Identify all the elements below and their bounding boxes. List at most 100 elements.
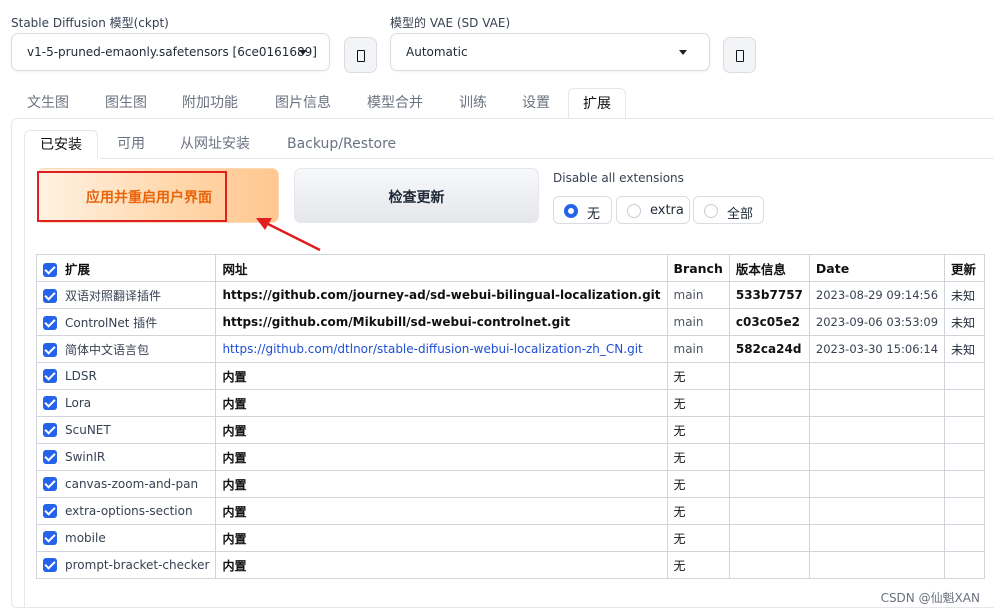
tab-extras[interactable]: 附加功能	[182, 88, 238, 118]
tab-available[interactable]: 可用	[117, 130, 145, 158]
cell-version	[728, 524, 810, 552]
cell-date	[808, 389, 946, 417]
cell-update: 未知	[944, 308, 986, 336]
chevron-down-icon	[299, 50, 307, 55]
extension-checkbox[interactable]	[43, 477, 57, 491]
extension-checkbox[interactable]	[43, 450, 57, 464]
refresh-checkpoint-button[interactable]	[344, 37, 377, 73]
cell-version	[728, 497, 810, 525]
vae-dropdown[interactable]: Automatic	[390, 33, 710, 71]
radio-circle	[704, 204, 718, 218]
table-row: ScuNET 内置无	[35, 416, 986, 444]
cell-url: https://github.com/journey-ad/sd-webui-b…	[215, 281, 668, 309]
cell-version	[728, 551, 810, 579]
cell-update	[944, 524, 986, 552]
cell-url: 内置	[215, 443, 668, 471]
cell-url: https://github.com/Mikubill/sd-webui-con…	[215, 308, 668, 336]
tab-merge[interactable]: 模型合并	[367, 88, 423, 118]
cell-version: 582ca24d	[728, 335, 810, 363]
extension-checkbox[interactable]	[43, 504, 57, 518]
radio-none[interactable]: 无	[553, 196, 612, 224]
cell-version: c03c05e2	[728, 308, 810, 336]
cell-extension: mobile	[35, 524, 217, 552]
divider	[100, 158, 994, 159]
cell-branch: 无	[666, 524, 730, 552]
vae-value: Automatic	[406, 45, 468, 59]
cell-url: 内置	[215, 389, 668, 417]
radio-extra[interactable]: extra	[616, 196, 690, 224]
cell-url: 内置	[215, 524, 668, 552]
tab-train[interactable]: 训练	[459, 88, 487, 118]
table-row: mobile 内置无	[35, 524, 986, 552]
checkpoint-label: Stable Diffusion 模型(ckpt)	[11, 16, 169, 30]
tab-installed[interactable]: 已安装	[24, 130, 98, 159]
cell-update	[944, 389, 986, 417]
tab-img2img[interactable]: 图生图	[105, 88, 147, 118]
cell-url: 内置	[215, 362, 668, 390]
table-row: LDSR 内置无	[35, 362, 986, 390]
table-header-row: 扩展 网址 Branch 版本信息 Date 更新	[35, 254, 986, 282]
radio-circle	[564, 204, 578, 218]
watermark: CSDN @仙魁XAN	[880, 591, 980, 605]
tab-settings[interactable]: 设置	[522, 88, 550, 118]
header-url: 网址	[215, 254, 668, 282]
header-extension: 扩展	[35, 254, 217, 282]
cell-update	[944, 497, 986, 525]
tab-backup-restore[interactable]: Backup/Restore	[287, 130, 396, 158]
extension-checkbox[interactable]	[43, 531, 57, 545]
checkpoint-dropdown[interactable]: v1-5-pruned-emaonly.safetensors [6ce0161…	[11, 33, 330, 71]
extension-checkbox[interactable]	[43, 342, 57, 357]
cell-branch: 无	[666, 389, 730, 417]
cell-date	[808, 443, 946, 471]
refresh-vae-button[interactable]	[723, 37, 756, 73]
cell-date	[808, 497, 946, 525]
tab-extensions[interactable]: 扩展	[568, 88, 626, 119]
cell-extension: SwinIR	[35, 443, 217, 471]
extension-checkbox[interactable]	[43, 369, 57, 383]
cell-version	[728, 362, 810, 390]
cell-extension: ScuNET	[35, 416, 217, 444]
tab-png-info[interactable]: 图片信息	[275, 88, 331, 118]
cell-url: 内置	[215, 416, 668, 444]
extension-checkbox[interactable]	[43, 315, 57, 330]
cell-date: 2023-08-29 09:14:56	[808, 281, 946, 309]
table-row: canvas-zoom-and-pan 内置无	[35, 470, 986, 498]
radio-circle	[627, 204, 641, 218]
extension-checkbox[interactable]	[43, 558, 57, 572]
cell-date	[808, 470, 946, 498]
cell-version	[728, 443, 810, 471]
cell-branch: 无	[666, 443, 730, 471]
extension-checkbox[interactable]	[43, 423, 57, 437]
cell-date	[808, 362, 946, 390]
cell-extension: LDSR	[35, 362, 217, 390]
tab-install-from-url[interactable]: 从网址安装	[180, 130, 250, 158]
disable-extensions-label: Disable all extensions	[553, 171, 684, 185]
cell-update: 未知	[944, 281, 986, 309]
cell-version	[728, 470, 810, 498]
cell-branch: 无	[666, 470, 730, 498]
chevron-down-icon	[679, 50, 687, 55]
cell-date: 2023-09-06 03:53:09	[808, 308, 946, 336]
check-updates-button[interactable]: 检查更新	[294, 168, 539, 223]
radio-all[interactable]: 全部	[693, 196, 764, 224]
vae-label: 模型的 VAE (SD VAE)	[390, 16, 511, 30]
table-row: 双语对照翻译插件 https://github.com/journey-ad/sd…	[35, 281, 986, 309]
extension-checkbox[interactable]	[43, 288, 57, 303]
radio-label: 全部	[727, 207, 754, 222]
cell-update	[944, 362, 986, 390]
select-all-checkbox[interactable]	[43, 262, 57, 277]
cell-update	[944, 416, 986, 444]
cell-extension: canvas-zoom-and-pan	[35, 470, 217, 498]
cell-branch: 无	[666, 497, 730, 525]
cell-url[interactable]: https://github.com/dtlnor/stable-diffusi…	[215, 335, 668, 363]
header-update: 更新	[944, 254, 986, 282]
tab-txt2img[interactable]: 文生图	[27, 88, 69, 118]
table-row: ControlNet 插件 https://github.com/Mikubill…	[35, 308, 986, 336]
cell-date	[808, 416, 946, 444]
cell-extension: 双语对照翻译插件	[35, 281, 217, 309]
cell-update: 未知	[944, 335, 986, 363]
cell-url: 内置	[215, 551, 668, 579]
cell-update	[944, 470, 986, 498]
extension-checkbox[interactable]	[43, 396, 57, 410]
cell-extension: ControlNet 插件	[35, 308, 217, 336]
